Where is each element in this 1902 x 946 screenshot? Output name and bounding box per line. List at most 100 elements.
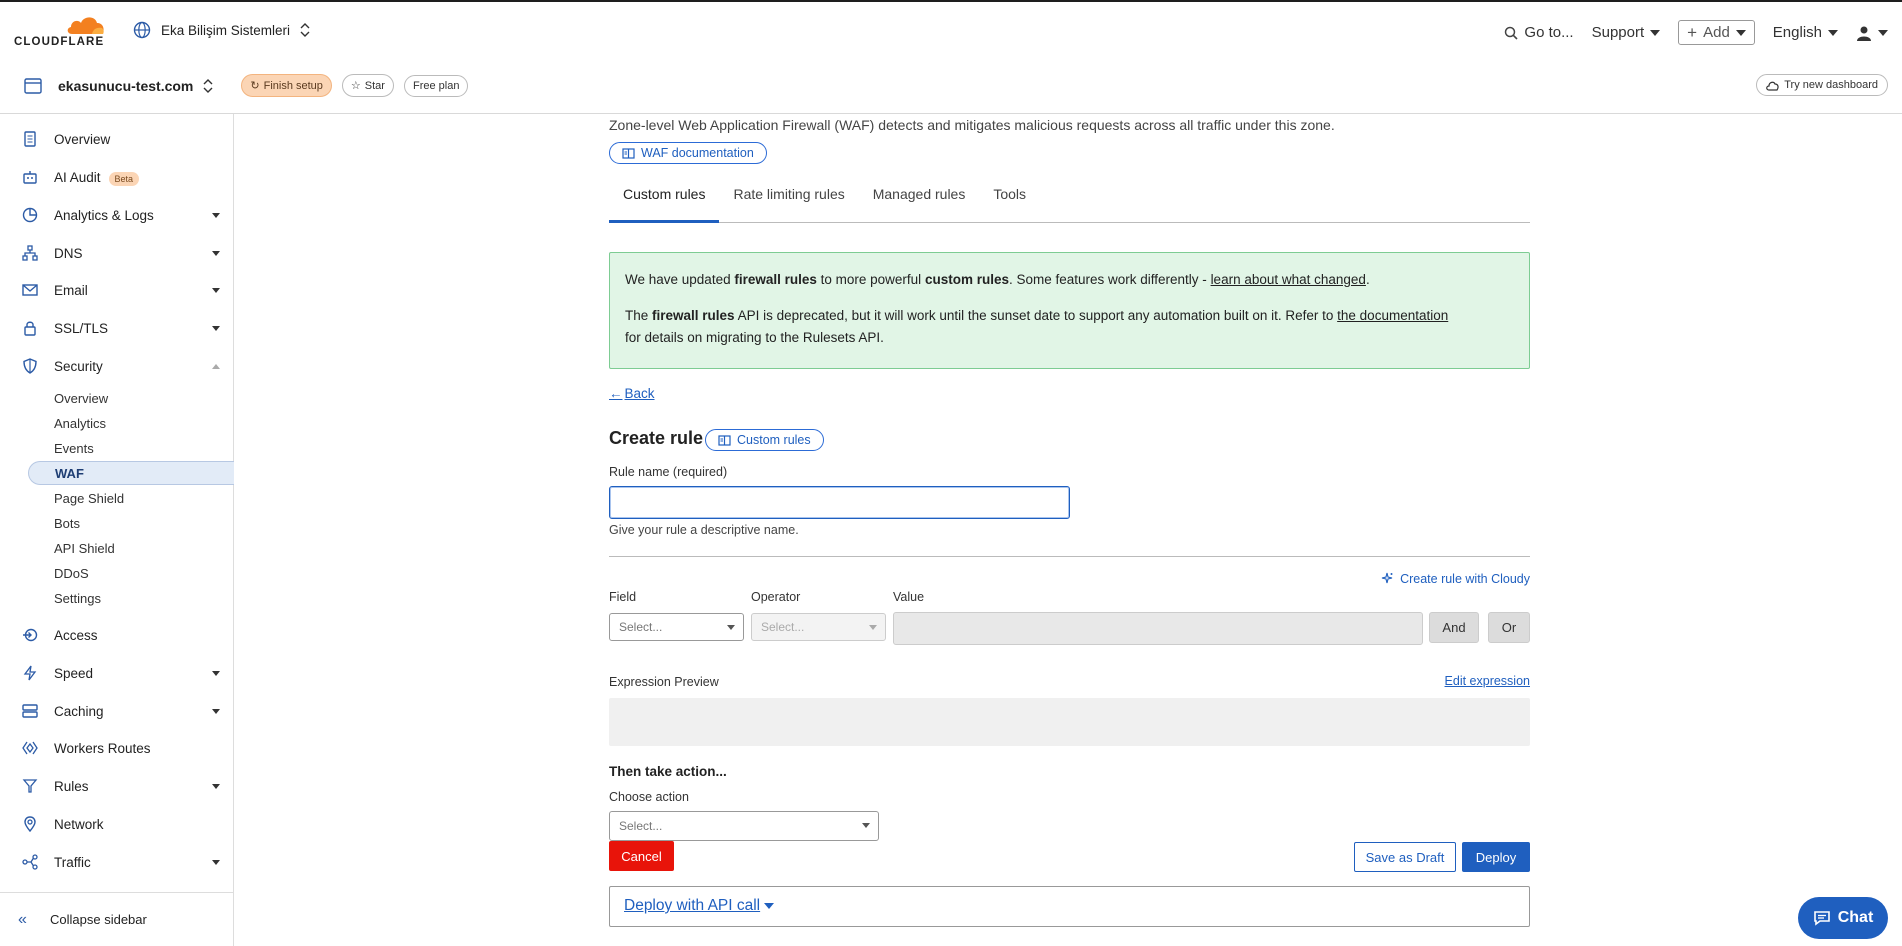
sidebar-item-label: SSL/TLS (54, 320, 109, 336)
sidebar-subitem-analytics[interactable]: Analytics (28, 411, 234, 435)
zone-domain[interactable]: ekasunucu-test.com (58, 78, 193, 94)
sidebar-item-security[interactable]: Security (0, 351, 234, 381)
back-label: Back (624, 386, 655, 401)
chat-button[interactable]: Chat (1798, 897, 1888, 939)
sidebar-item-dns[interactable]: DNS (0, 238, 234, 268)
server-icon (22, 704, 38, 718)
create-rule-with-cloudy-link[interactable]: Create rule with Cloudy (1380, 572, 1530, 586)
caret-down-icon (1735, 29, 1746, 36)
action-select[interactable]: Select... (609, 811, 879, 841)
deploy-button[interactable]: Deploy (1462, 842, 1530, 872)
and-button[interactable]: And (1429, 612, 1479, 643)
deploy-with-api-toggle[interactable]: Deploy with API call (624, 897, 775, 915)
plan-badge[interactable]: Free plan (403, 74, 469, 97)
goto-search[interactable]: Go to... (1504, 24, 1574, 41)
support-menu[interactable]: Support (1592, 24, 1661, 41)
waf-tabs: Custom rules Rate limiting rules Managed… (609, 178, 1530, 223)
notice-bold: firewall rules (734, 272, 817, 287)
try-new-label: Try new dashboard (1784, 79, 1878, 91)
create-rule-title: Create rule (609, 428, 704, 448)
try-new-dashboard-button[interactable]: Try new dashboard (1756, 74, 1888, 96)
documentation-link[interactable]: the documentation (1337, 308, 1448, 323)
operator-select[interactable]: Select... (751, 613, 886, 641)
star-button[interactable]: ☆ Star (341, 74, 394, 97)
choose-action-label: Choose action (609, 790, 689, 804)
updown-chevron-icon[interactable] (203, 78, 213, 93)
deploy-api-label: Deploy with API call (624, 897, 761, 914)
sidebar-subitem-api-shield[interactable]: API Shield (28, 536, 234, 560)
sidebar-subitem-waf[interactable]: WAF (28, 461, 234, 485)
tab-rate-limiting-rules[interactable]: Rate limiting rules (719, 178, 858, 223)
cancel-button[interactable]: Cancel (609, 841, 674, 871)
zone-info: ekasunucu-test.com ↻ Finish setup ☆ Star… (24, 74, 469, 97)
sidebar-item-email[interactable]: Email (0, 275, 234, 305)
save-as-draft-button[interactable]: Save as Draft (1354, 842, 1456, 872)
notice-line-3: for details on migrating to the Rulesets… (625, 330, 884, 345)
cloud-outline-icon (1766, 81, 1779, 91)
language-label: English (1772, 24, 1822, 41)
sidebar-item-label: Speed (54, 665, 94, 681)
field-select[interactable]: Select... (609, 613, 744, 641)
sidebar-subitem-ddos[interactable]: DDoS (28, 561, 234, 585)
sidebar-item-analytics-logs[interactable]: Analytics & Logs (0, 200, 234, 230)
caret-down-icon (212, 326, 220, 331)
language-menu[interactable]: English (1773, 24, 1838, 41)
sidebar-item-overview[interactable]: Overview (0, 124, 234, 154)
back-link[interactable]: ← Back (609, 386, 655, 401)
cloudflare-logo[interactable]: CLOUDFLARE (14, 10, 112, 50)
or-button[interactable]: Or (1488, 612, 1530, 643)
sidebar-item-label: Caching (54, 703, 104, 719)
sidebar-item-speed[interactable]: Speed (0, 658, 234, 688)
account-switcher[interactable]: Eka Bilişim Sistemleri (133, 21, 310, 39)
learn-what-changed-link[interactable]: learn about what changed (1211, 272, 1366, 287)
sidebar-subitem-overview[interactable]: Overview (28, 386, 234, 410)
sidebar-item-label: Analytics & Logs (54, 207, 154, 223)
sidebar-subitem-bots[interactable]: Bots (28, 511, 234, 535)
value-input[interactable] (893, 612, 1423, 645)
waf-doc-label: WAF documentation (641, 146, 754, 160)
caret-down-icon (869, 625, 877, 630)
sidebar-item-label: Security (54, 358, 103, 374)
expression-preview-box (609, 698, 1530, 746)
collapse-sidebar-button[interactable]: « Collapse sidebar (0, 892, 234, 946)
sidebar-item-access[interactable]: Access (0, 620, 234, 650)
caret-down-icon (212, 671, 220, 676)
sidebar-subitem-settings[interactable]: Settings (28, 586, 234, 610)
globe-icon (133, 21, 151, 39)
finish-setup-button[interactable]: ↻ Finish setup (241, 74, 332, 97)
field-label: Field (609, 590, 637, 604)
notice-spacer (625, 291, 1514, 305)
sidebar-subitem-events[interactable]: Events (28, 436, 234, 460)
sidebar-item-ai-audit[interactable]: AI Audit Beta (0, 162, 234, 192)
caret-down-icon (1878, 29, 1888, 36)
waf-documentation-button[interactable]: WAF documentation (609, 142, 767, 164)
tab-custom-rules[interactable]: Custom rules (609, 178, 720, 223)
user-menu[interactable] (1856, 25, 1888, 41)
notice-bold: firewall rules (652, 308, 735, 323)
sidebar-item-workers-routes[interactable]: Workers Routes (0, 733, 234, 763)
tab-tools[interactable]: Tools (979, 178, 1040, 223)
caret-down-icon (212, 709, 220, 714)
sidebar-item-network[interactable]: Network (0, 809, 234, 839)
custom-rules-doc-button[interactable]: Custom rules (705, 429, 824, 451)
sidebar-item-label: Traffic (54, 854, 91, 870)
location-icon (24, 816, 36, 832)
field-select-value: Select... (619, 620, 663, 634)
top-right-menu: Go to... Support + Add English (1504, 20, 1888, 45)
brand-wordmark: CLOUDFLARE (14, 36, 105, 48)
support-label: Support (1591, 24, 1645, 41)
star-icon: ☆ (350, 80, 361, 92)
caret-down-icon (1650, 29, 1661, 36)
tab-managed-rules[interactable]: Managed rules (859, 178, 980, 223)
sidebar-item-rules[interactable]: Rules (0, 771, 234, 801)
access-icon (23, 628, 38, 642)
sidebar-item-ssl-tls[interactable]: SSL/TLS (0, 313, 234, 343)
sidebar-item-caching[interactable]: Caching (0, 696, 234, 726)
edit-expression-link[interactable]: Edit expression (1445, 674, 1530, 688)
sidebar-subitem-page-shield[interactable]: Page Shield (28, 486, 234, 510)
sidebar-item-traffic[interactable]: Traffic (0, 847, 234, 877)
add-button[interactable]: + Add (1678, 20, 1755, 45)
rule-name-input[interactable] (609, 486, 1070, 519)
book-icon (622, 147, 635, 159)
cloud-logo-icon (67, 17, 104, 34)
